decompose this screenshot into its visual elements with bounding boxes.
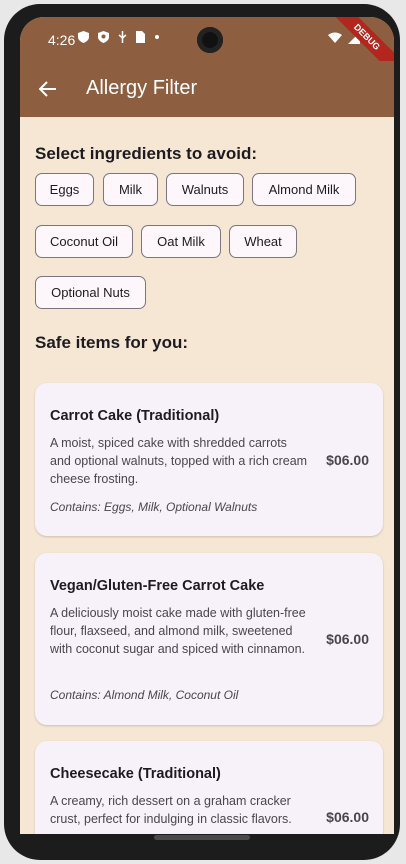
main-content[interactable]: Select ingredients to avoid: Eggs Milk W… [20, 117, 394, 834]
gesture-nav-bar[interactable] [154, 835, 250, 840]
item-description: A deliciously moist cake made with glute… [50, 606, 306, 656]
arrow-back-icon [39, 81, 56, 97]
chip-wheat[interactable]: Wheat [229, 225, 297, 258]
page-title: Allergy Filter [86, 77, 198, 99]
chip-eggs[interactable]: Eggs [35, 173, 94, 206]
phone-frame: 4:26 DEBUG Allergy Filter Select ingredi… [4, 4, 400, 860]
item-price: $06.00 [326, 631, 369, 647]
app-screen: 4:26 DEBUG Allergy Filter Select ingredi… [20, 17, 394, 834]
app-bar: Allergy Filter [20, 61, 394, 117]
item-name: Cheesecake (Traditional) [50, 766, 221, 782]
chip-oat-milk[interactable]: Oat Milk [141, 225, 221, 258]
wifi-icon [328, 32, 342, 43]
item-name: Carrot Cake (Traditional) [50, 408, 220, 424]
menu-item-card[interactable]: Carrot Cake (Traditional) A moist, spice… [35, 383, 383, 536]
back-button[interactable] [34, 75, 62, 103]
item-description: A creamy, rich dessert on a graham crack… [50, 794, 292, 826]
item-price: $06.00 [326, 452, 369, 468]
status-bar: 4:26 DEBUG [20, 17, 394, 82]
item-contains: Contains: Eggs, Milk, Optional Walnuts [50, 500, 258, 514]
usb-icon [118, 31, 127, 44]
results-heading: Safe items for you: [35, 333, 189, 352]
vpn-icon [98, 31, 110, 44]
filter-heading: Select ingredients to avoid: [35, 144, 257, 163]
menu-item-card[interactable]: Cheesecake (Traditional) A creamy, rich … [35, 741, 383, 834]
menu-item-card[interactable]: Vegan/Gluten-Free Carrot Cake A deliciou… [35, 553, 383, 725]
item-description: A moist, spiced cake with shredded carro… [50, 436, 308, 486]
chip-walnuts[interactable]: Walnuts [166, 173, 244, 206]
chip-almond-milk[interactable]: Almond Milk [252, 173, 356, 206]
dot-icon [155, 35, 160, 40]
chip-optional-nuts[interactable]: Optional Nuts [35, 276, 146, 309]
item-name: Vegan/Gluten-Free Carrot Cake [50, 578, 265, 594]
front-camera [197, 27, 223, 53]
chip-coconut-oil[interactable]: Coconut Oil [35, 225, 133, 258]
shield-icon [78, 31, 89, 44]
sim-icon [136, 31, 146, 44]
notification-icons [78, 31, 160, 44]
status-time: 4:26 [48, 32, 76, 48]
item-price: $06.00 [326, 809, 369, 825]
chip-milk[interactable]: Milk [103, 173, 158, 206]
item-contains: Contains: Almond Milk, Coconut Oil [50, 688, 239, 702]
